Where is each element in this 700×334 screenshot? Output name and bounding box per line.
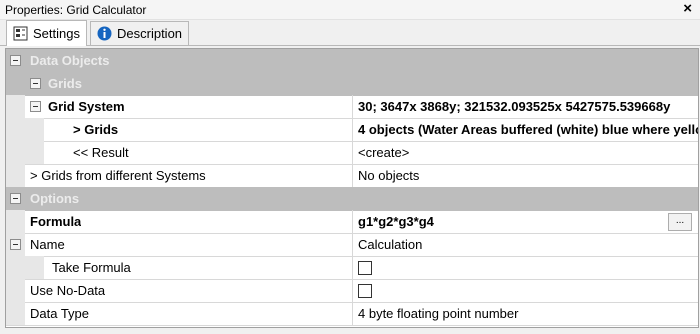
- window-title: Properties: Grid Calculator: [5, 3, 147, 17]
- info-icon: [97, 26, 112, 41]
- tab-description[interactable]: Description: [90, 21, 190, 45]
- category-options[interactable]: Options: [6, 187, 698, 211]
- collapse-icon[interactable]: [10, 193, 21, 204]
- property-grids[interactable]: > Grids 4 objects (Water Areas buffered …: [6, 118, 698, 142]
- tab-settings[interactable]: Settings: [6, 20, 87, 46]
- property-name: Name: [30, 237, 65, 252]
- property-value[interactable]: 30; 3647x 3868y; 321532.093525x 5427575.…: [352, 95, 698, 118]
- collapse-icon[interactable]: [30, 78, 41, 89]
- formula-browse-button[interactable]: ...: [668, 213, 692, 231]
- category-label: Options: [30, 191, 80, 206]
- property-value[interactable]: [352, 279, 698, 302]
- property-grid: Data Objects Grids Grid System 30; 3647x…: [5, 48, 699, 328]
- property-grid-system[interactable]: Grid System 30; 3647x 3868y; 321532.0935…: [6, 95, 698, 119]
- category-data-objects[interactable]: Data Objects: [6, 49, 698, 73]
- property-grids-different-systems[interactable]: > Grids from different Systems No object…: [6, 164, 698, 188]
- property-value[interactable]: 4 byte floating point number: [352, 302, 698, 325]
- property-value[interactable]: No objects: [352, 164, 698, 187]
- category-label: Grids: [48, 76, 82, 91]
- category-label: Data Objects: [30, 53, 110, 68]
- window-titlebar: Properties: Grid Calculator ×: [0, 0, 700, 20]
- collapse-icon[interactable]: [30, 101, 41, 112]
- use-nodata-checkbox[interactable]: [358, 284, 372, 298]
- property-take-formula[interactable]: Take Formula: [6, 256, 698, 280]
- property-name: Take Formula: [52, 260, 131, 275]
- collapse-icon[interactable]: [10, 55, 21, 66]
- property-data-type[interactable]: Data Type 4 byte floating point number: [6, 302, 698, 326]
- take-formula-checkbox[interactable]: [358, 261, 372, 275]
- formula-input[interactable]: g1*g2*g3*g4: [352, 210, 698, 233]
- tab-settings-label: Settings: [33, 26, 80, 41]
- property-value[interactable]: Calculation: [352, 233, 698, 256]
- property-value[interactable]: 4 objects (Water Areas buffered (white) …: [352, 118, 698, 141]
- property-name: << Result: [73, 145, 129, 160]
- close-icon[interactable]: ×: [683, 0, 692, 17]
- property-value[interactable]: <create>: [352, 141, 698, 164]
- property-name: Grid System: [48, 99, 125, 114]
- property-use-nodata[interactable]: Use No-Data: [6, 279, 698, 303]
- tab-bar: Settings Description: [0, 19, 700, 46]
- property-name: > Grids from different Systems: [30, 168, 206, 183]
- property-name: Use No-Data: [30, 283, 106, 298]
- property-name: > Grids: [73, 122, 119, 137]
- collapse-icon[interactable]: [10, 239, 21, 250]
- property-result[interactable]: << Result <create>: [6, 141, 698, 165]
- settings-grid-icon: [13, 26, 28, 41]
- property-name: Formula: [30, 214, 82, 229]
- category-grids[interactable]: Grids: [6, 72, 698, 96]
- tab-description-label: Description: [117, 26, 183, 41]
- property-name-row[interactable]: Name Calculation: [6, 233, 698, 257]
- property-formula[interactable]: Formula g1*g2*g3*g4 ...: [6, 210, 698, 234]
- property-name: Data Type: [30, 306, 90, 321]
- property-value[interactable]: [352, 256, 698, 279]
